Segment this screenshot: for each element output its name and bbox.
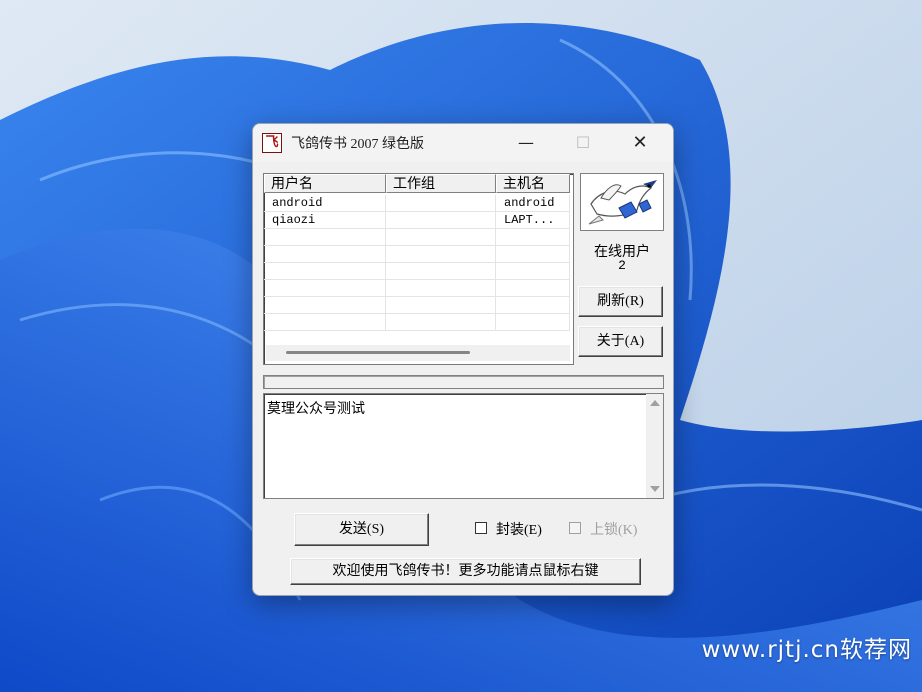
user-row-1[interactable]: android android xyxy=(264,195,573,212)
empty-row xyxy=(264,229,573,246)
seal-checkbox-box[interactable] xyxy=(475,522,487,534)
column-header-host[interactable]: 主机名 xyxy=(496,174,570,193)
seal-checkbox-label: 封装(E) xyxy=(496,523,542,538)
scroll-down-icon[interactable] xyxy=(650,486,660,492)
host-cell: LAPT... xyxy=(496,212,570,229)
close-icon[interactable]: ✕ xyxy=(617,124,663,162)
empty-row xyxy=(264,297,573,314)
progress-bar xyxy=(263,375,664,389)
user-list-header: 用户名 工作组 主机名 xyxy=(264,174,573,195)
scrollbar-thumb[interactable] xyxy=(286,351,470,354)
message-text: 莫理公众号测试 xyxy=(267,402,365,417)
horizontal-scrollbar[interactable] xyxy=(266,345,570,361)
message-input[interactable]: 莫理公众号测试 xyxy=(263,393,664,499)
minimize-icon[interactable]: — xyxy=(503,124,549,162)
column-header-group[interactable]: 工作组 xyxy=(386,174,496,193)
status-bar-button[interactable]: 欢迎使用飞鸽传书！更多功能请点鼠标右键 xyxy=(290,558,641,585)
host-cell: android xyxy=(496,195,570,212)
online-users-count: 2 xyxy=(618,258,626,273)
about-button[interactable]: 关于(A) xyxy=(578,326,663,357)
lock-checkbox-label: 上锁(K) xyxy=(590,523,638,538)
user-cell: android xyxy=(264,195,386,212)
user-list[interactable]: 用户名 工作组 主机名 android android qiaozi LAPT.… xyxy=(263,173,574,365)
pigeon-logo-icon xyxy=(580,173,664,231)
feige-app-icon: 飞 xyxy=(262,133,282,153)
group-cell xyxy=(386,212,496,229)
empty-row xyxy=(264,246,573,263)
empty-row xyxy=(264,263,573,280)
user-row-2[interactable]: qiaozi LAPT... xyxy=(264,212,573,229)
empty-row xyxy=(264,280,573,297)
title-bar[interactable]: 飞 飞鸽传书 2007 绿色版 — ☐ ✕ xyxy=(253,124,673,162)
empty-row xyxy=(264,314,573,331)
maximize-icon[interactable]: ☐ xyxy=(560,124,606,162)
feige-window: 飞 飞鸽传书 2007 绿色版 — ☐ ✕ 用户名 工作组 主机名 androi… xyxy=(252,123,674,596)
refresh-button[interactable]: 刷新(R) xyxy=(578,286,663,317)
lock-checkbox-box[interactable] xyxy=(569,522,581,534)
scroll-up-icon[interactable] xyxy=(650,400,660,406)
vertical-scrollbar[interactable] xyxy=(646,394,663,498)
window-title: 飞鸽传书 2007 绿色版 xyxy=(291,137,424,152)
watermark: www.rjtj.cn软荐网 xyxy=(701,637,912,663)
send-button[interactable]: 发送(S) xyxy=(294,513,429,546)
group-cell xyxy=(386,195,496,212)
column-header-user[interactable]: 用户名 xyxy=(264,174,386,193)
user-cell: qiaozi xyxy=(264,212,386,229)
